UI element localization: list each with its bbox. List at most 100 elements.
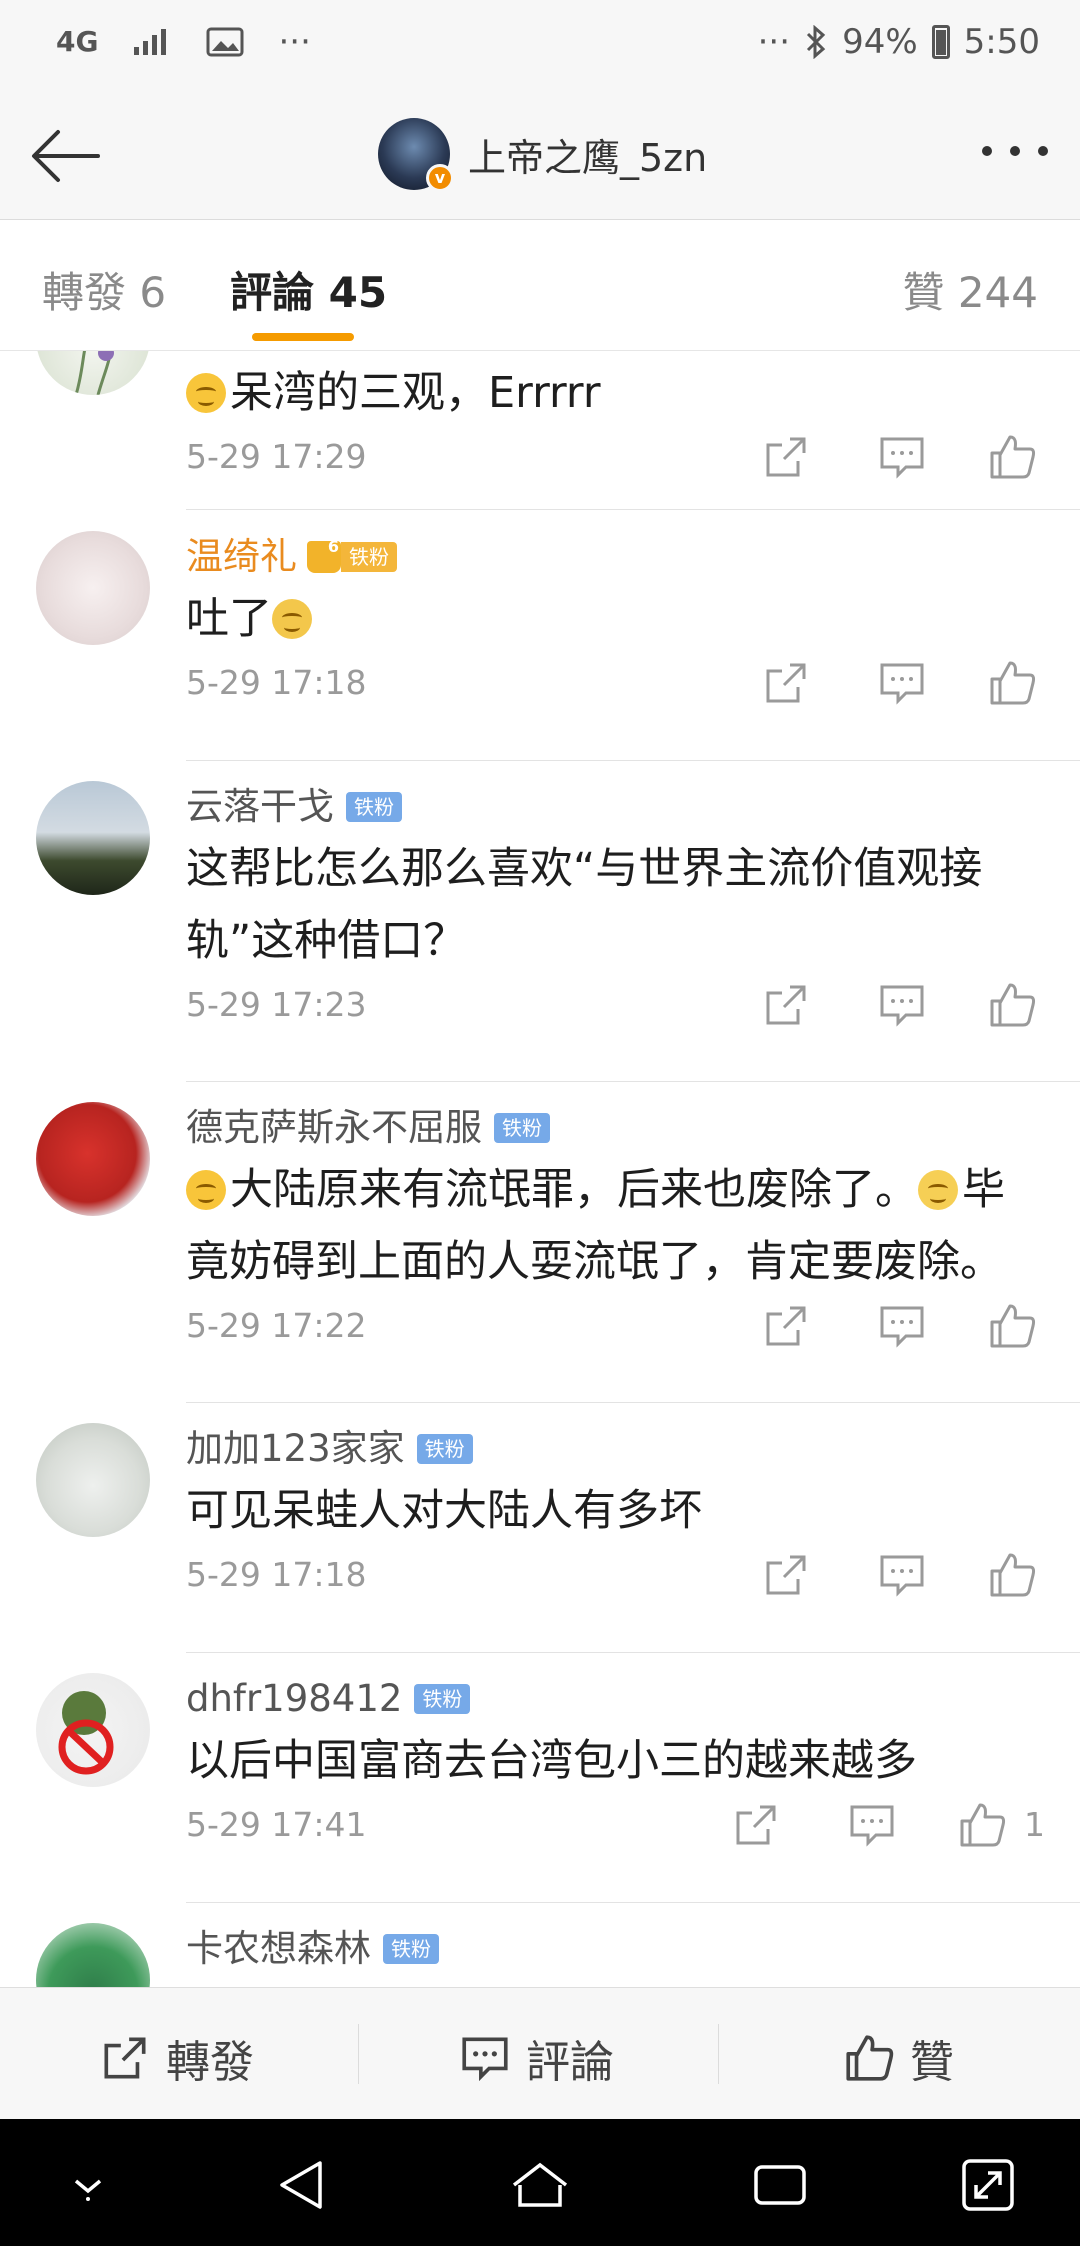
comment-icon	[880, 1306, 924, 1348]
laughing-emoji-icon	[186, 1170, 226, 1210]
clock: 5:50	[963, 22, 1040, 62]
comment-icon	[880, 985, 924, 1027]
bottom-action-bar: 轉發 評論 贊	[0, 1987, 1080, 2119]
comment-icon	[880, 1555, 924, 1597]
chevron-down-icon	[74, 2179, 102, 2201]
battery-percent: 94%	[842, 22, 918, 62]
comment-text: 以后中国富商去台湾包小三的越来越多	[186, 1736, 917, 1786]
system-back-button[interactable]	[272, 2155, 332, 2215]
sick-emoji-icon	[272, 599, 312, 639]
smirk-emoji-icon	[186, 373, 226, 413]
back-button[interactable]	[28, 120, 104, 192]
tab-likes[interactable]: 贊 244	[902, 259, 1038, 320]
back-arrow-icon	[32, 130, 100, 182]
commenter-avatar[interactable]	[36, 1923, 150, 1987]
like-button[interactable]	[986, 979, 1038, 1031]
thumbs-up-icon	[990, 435, 1036, 479]
commenter-avatar[interactable]	[36, 351, 150, 395]
commenter-avatar[interactable]	[36, 1102, 150, 1216]
commenter-avatar[interactable]	[36, 781, 150, 895]
comment-time: 5-29 17:23	[186, 985, 367, 1024]
reply-button[interactable]	[846, 1799, 898, 1851]
tab-bar: 轉發 6 評論 45 贊 244	[0, 221, 1080, 351]
home-icon	[512, 2162, 568, 2207]
hide-keyboard-button[interactable]	[58, 2155, 118, 2215]
signal-icon	[134, 29, 167, 55]
post-author[interactable]: v 上帝之鹰_5zn	[378, 118, 707, 192]
commenter-name[interactable]: 卡农想森林 铁粉	[186, 1923, 1044, 1975]
like-count: 1	[1024, 1805, 1045, 1844]
separator	[718, 2024, 719, 2084]
more-dot-icon	[1010, 146, 1020, 156]
fan-badge: 铁粉	[416, 1434, 473, 1464]
share-icon	[766, 1306, 806, 1346]
repost-action-button[interactable]: 轉發	[98, 2026, 254, 2090]
reply-button[interactable]	[876, 431, 928, 483]
like-button[interactable]	[986, 1549, 1038, 1601]
system-recents-button[interactable]	[750, 2155, 810, 2215]
author-avatar[interactable]: v	[378, 118, 454, 192]
top-nav-bar: v 上帝之鹰_5zn	[0, 92, 1080, 220]
expand-button[interactable]	[958, 2155, 1018, 2215]
commenter-name[interactable]: 加加123家家 铁粉	[186, 1423, 1044, 1475]
share-icon	[736, 1805, 776, 1845]
expand-icon	[962, 2159, 1014, 2211]
avatar-image	[74, 351, 114, 395]
repost-button[interactable]	[760, 657, 812, 709]
comment-text: 呆湾的三观，Errrrr	[186, 357, 1044, 429]
comment-text: 可见呆蛙人对大陆人有多坏	[186, 1486, 702, 1536]
crown-badge-icon	[307, 521, 341, 573]
status-bar: 4G ··· ··· 94% 5:50	[0, 0, 1080, 92]
commenter-avatar[interactable]	[36, 1423, 150, 1537]
tab-reposts[interactable]: 轉發 6	[42, 259, 166, 320]
active-tab-indicator	[252, 333, 354, 341]
commenter-avatar[interactable]	[36, 531, 150, 645]
like-label: 贊	[910, 2037, 954, 2088]
system-navigation-bar	[0, 2119, 1080, 2246]
reply-button[interactable]	[876, 1549, 928, 1601]
repost-button[interactable]	[760, 979, 812, 1031]
more-menu-button[interactable]	[982, 146, 1048, 156]
reply-button[interactable]	[876, 657, 928, 709]
like-button[interactable]	[986, 431, 1038, 483]
comment-divider	[186, 1402, 1080, 1403]
tab-comments[interactable]: 評論 45	[230, 259, 387, 320]
repost-button[interactable]	[760, 1300, 812, 1352]
verified-badge: v	[426, 164, 454, 192]
reply-button[interactable]	[876, 979, 928, 1031]
comment-text: 这帮比怎么那么喜欢“与世界主流价值观接轨”这种借口？	[186, 844, 983, 966]
repost-button[interactable]	[730, 1799, 782, 1851]
bluetooth-icon	[807, 25, 826, 59]
author-name[interactable]: 上帝之鹰_5zn	[468, 127, 707, 182]
commenter-name[interactable]: 温绮礼铁粉	[186, 521, 1044, 583]
like-button[interactable]	[986, 657, 1038, 709]
commenter-name[interactable]: 云落干戈 铁粉	[186, 781, 1044, 833]
separator	[358, 2024, 359, 2084]
thumbs-up-icon	[846, 2035, 894, 2081]
comment-action-button[interactable]: 評論	[458, 2026, 614, 2090]
avatar-image	[58, 1691, 114, 1775]
commenter-name[interactable]: dhfr198412 铁粉	[186, 1673, 1044, 1725]
like-button[interactable]	[956, 1799, 1008, 1851]
comment-icon	[462, 2037, 508, 2082]
reply-button[interactable]	[876, 1300, 928, 1352]
repost-button[interactable]	[760, 431, 812, 483]
comment-list[interactable]: 呆湾的三观，Errrrr 5-29 17:29 温绮礼铁粉 吐了 5-29 17…	[0, 351, 1080, 1987]
commenter-name[interactable]: 德克萨斯永不屈服 铁粉	[186, 1102, 1044, 1154]
repost-button[interactable]	[760, 1549, 812, 1601]
system-home-button[interactable]	[510, 2155, 570, 2215]
network-type: 4G	[56, 25, 99, 58]
comment-divider	[186, 1081, 1080, 1082]
more-dot-icon	[1038, 146, 1048, 156]
like-button[interactable]	[986, 1300, 1038, 1352]
thumbs-up-icon	[990, 661, 1036, 705]
comment-time: 5-29 17:41	[186, 1805, 367, 1844]
fan-badge: 铁粉	[494, 1113, 550, 1143]
comment-time: 5-29 17:18	[186, 663, 367, 702]
like-action-button[interactable]: 贊	[842, 2026, 954, 2090]
commenter-avatar[interactable]	[36, 1673, 150, 1787]
more-dot-icon	[982, 146, 992, 156]
recents-icon	[754, 2165, 806, 2205]
thumbs-up-icon	[990, 1553, 1036, 1597]
share-icon	[766, 1555, 806, 1595]
